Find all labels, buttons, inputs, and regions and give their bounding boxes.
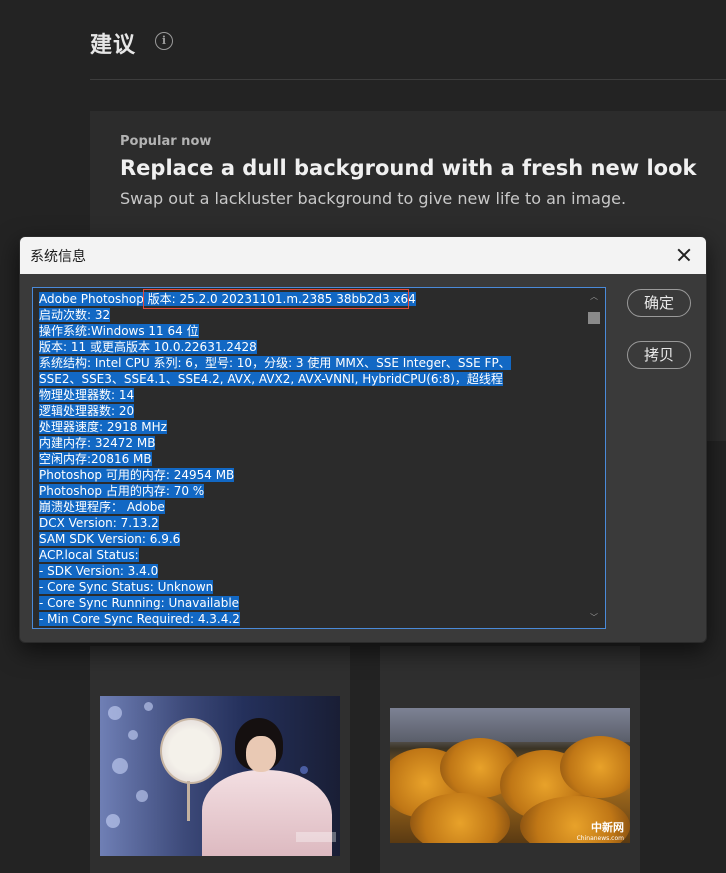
- info-line: 处理器速度: 2918 MHz: [39, 419, 587, 435]
- promo-eyebrow: Popular now: [120, 134, 212, 149]
- info-line-text: - Core Sync Status: Unknown: [39, 580, 214, 594]
- fan-shape: [160, 718, 222, 784]
- page-title: 建议: [90, 33, 137, 58]
- info-line: - Core Sync Running: Unavailable: [39, 595, 587, 611]
- system-info-lines: Adobe Photoshop 版本: 25.2.0 20231101.m.23…: [39, 291, 587, 627]
- info-line: 操作系统:Windows 11 64 位: [39, 323, 587, 339]
- watermark-logo: 中新网: [591, 821, 624, 834]
- info-line-text: - Core Sync Running: Unavailable: [39, 596, 240, 610]
- info-line: - SDK Version: 3.4.0: [39, 563, 587, 579]
- scroll-down-icon[interactable]: ﹀: [589, 613, 599, 623]
- info-line: Photoshop 可用的内存: 24954 MB: [39, 467, 587, 483]
- dialog-title: 系统信息: [30, 249, 86, 265]
- dialog-titlebar[interactable]: 系统信息: [20, 237, 706, 274]
- info-line-text: 处理器速度: 2918 MHz: [39, 420, 167, 434]
- info-line: SSE2、SSE3、SSE4.1、SSE4.2, AVX, AVX2, AVX-…: [39, 371, 587, 387]
- info-line-text: - SDK Version: 3.4.0: [39, 564, 159, 578]
- photo-signature: [296, 832, 336, 842]
- info-line: 崩溃处理程序： Adobe: [39, 499, 587, 515]
- info-line: 内建内存: 32472 MB: [39, 435, 587, 451]
- scroll-up-icon[interactable]: ︿: [589, 292, 599, 302]
- info-line: SAM SDK Version: 6.9.6: [39, 531, 587, 547]
- info-line-text: ACP.local Status:: [39, 548, 139, 562]
- info-line: 物理处理器数: 14: [39, 387, 587, 403]
- info-line-text: 启动次数: 32: [39, 308, 111, 322]
- info-line-text: 崩溃处理程序： Adobe: [39, 500, 165, 514]
- info-line-text: 逻辑处理器数: 20: [39, 404, 135, 418]
- ok-button[interactable]: 确定: [627, 289, 691, 317]
- info-line-text: Adobe Photoshop 版本: 25.2.0 20231101.m.23…: [39, 292, 416, 306]
- info-line: 逻辑处理器数: 20: [39, 403, 587, 419]
- info-line: 系统结构: Intel CPU 系列: 6，型号: 10，分级: 3 使用 MM…: [39, 355, 587, 371]
- watermark-sub: Chinanews.com: [576, 835, 624, 842]
- header-divider: [90, 79, 726, 80]
- info-line: 启动次数: 32: [39, 307, 587, 323]
- info-line-text: 空闲内存:20816 MB: [39, 452, 152, 466]
- photo-autumn-trees[interactable]: 中新网 Chinanews.com: [390, 708, 630, 843]
- system-info-dialog: 系统信息 Adobe Photoshop 版本: 25.2.0 20231101…: [19, 236, 707, 643]
- scroll-thumb[interactable]: [588, 312, 600, 324]
- info-line-text: 系统结构: Intel CPU 系列: 6，型号: 10，分级: 3 使用 MM…: [39, 356, 511, 370]
- copy-button[interactable]: 拷贝: [627, 341, 691, 369]
- photo-woman-with-fan[interactable]: [100, 696, 340, 856]
- info-line: DCX Version: 7.13.2: [39, 515, 587, 531]
- info-line-text: SAM SDK Version: 6.9.6: [39, 532, 181, 546]
- info-line-text: - Min Core Sync Required: 4.3.4.2: [39, 612, 240, 626]
- info-line: ACP.local Status:: [39, 547, 587, 563]
- system-info-text[interactable]: Adobe Photoshop 版本: 25.2.0 20231101.m.23…: [32, 287, 606, 629]
- scrollbar[interactable]: ︿ ﹀: [587, 290, 601, 625]
- info-line-text: Photoshop 可用的内存: 24954 MB: [39, 468, 235, 482]
- info-line-text: Photoshop 占用的内存: 70 %: [39, 484, 205, 498]
- info-line: Adobe Photoshop 版本: 25.2.0 20231101.m.23…: [39, 291, 587, 307]
- info-line-text: 版本: 11 或更高版本 10.0.22631.2428: [39, 340, 257, 354]
- info-line-text: 内建内存: 32472 MB: [39, 436, 156, 450]
- promo-subtitle: Swap out a lackluster background to give…: [120, 189, 627, 208]
- close-icon[interactable]: [672, 243, 696, 267]
- info-line: - Min Core Sync Required: 4.3.4.2: [39, 611, 587, 627]
- info-line: - Core Sync Status: Unknown: [39, 579, 587, 595]
- info-line-text: DCX Version: 7.13.2: [39, 516, 159, 530]
- info-line-text: 操作系统:Windows 11 64 位: [39, 324, 199, 338]
- info-line: Photoshop 占用的内存: 70 %: [39, 483, 587, 499]
- info-line-text: 物理处理器数: 14: [39, 388, 135, 402]
- info-icon[interactable]: i: [155, 32, 173, 50]
- info-line: 版本: 11 或更高版本 10.0.22631.2428: [39, 339, 587, 355]
- info-line-text: SSE2、SSE3、SSE4.1、SSE4.2, AVX, AVX2, AVX-…: [39, 372, 503, 386]
- info-line: 空闲内存:20816 MB: [39, 451, 587, 467]
- promo-title: Replace a dull background with a fresh n…: [120, 156, 697, 180]
